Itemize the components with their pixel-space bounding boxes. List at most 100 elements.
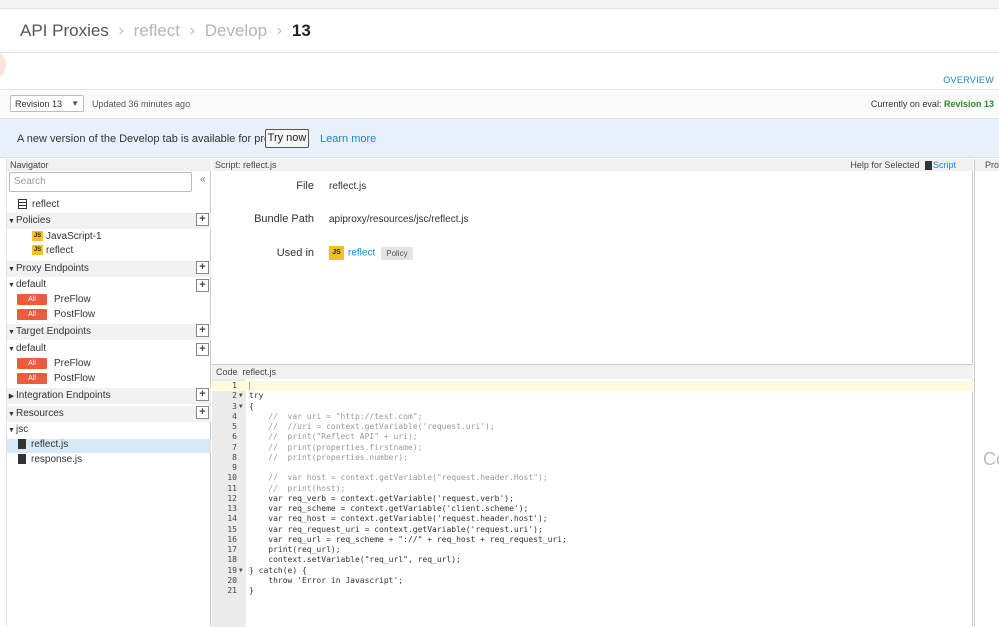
code-line[interactable]: 11 // print(host); bbox=[212, 484, 973, 494]
code-line[interactable]: 3 ▼ { bbox=[212, 402, 973, 412]
policies-label: Policies bbox=[16, 215, 51, 226]
add-integration-endpoint-button[interactable]: + bbox=[196, 388, 209, 401]
policy-label: JavaScript-1 bbox=[46, 231, 102, 242]
code-line[interactable]: 20 throw 'Error in Javascript'; bbox=[212, 576, 973, 586]
code-text: } bbox=[249, 586, 254, 595]
line-number: 3 bbox=[232, 401, 237, 411]
add-target-endpoint-button[interactable]: + bbox=[196, 324, 209, 337]
code-line[interactable]: 2 ▼ try bbox=[212, 391, 973, 401]
nav-folder-jsc[interactable]: ▼jsc bbox=[7, 424, 211, 438]
code-text: var req_host = context.getVariable('requ… bbox=[249, 514, 548, 524]
nav-flow-postflow[interactable]: All PostFlow bbox=[7, 309, 211, 323]
fold-arrow-icon[interactable]: ▼ bbox=[239, 391, 243, 401]
code-line[interactable]: 12 var req_verb = context.getVariable('r… bbox=[212, 494, 973, 504]
add-proxy-endpoint-button[interactable]: + bbox=[196, 261, 209, 274]
nav-policy-item[interactable]: JS reflect bbox=[7, 245, 211, 259]
add-flow-button[interactable]: + bbox=[196, 279, 209, 292]
triangle-right-icon: ▶ bbox=[8, 393, 15, 400]
nav-file-item[interactable]: response.js bbox=[7, 454, 211, 468]
nav-section-proxy-endpoints[interactable]: ▼Proxy Endpoints + bbox=[7, 261, 211, 277]
overview-link[interactable]: OVERVIEW bbox=[943, 75, 994, 85]
file-label: File bbox=[296, 180, 314, 192]
top-strip bbox=[0, 0, 999, 9]
line-number: 14 bbox=[227, 514, 237, 524]
breadcrumb-develop[interactable]: Develop bbox=[205, 21, 267, 41]
code-line[interactable]: 18 context.setVariable("req_url", req_ur… bbox=[212, 555, 973, 565]
code-header: Code reflect.js bbox=[212, 365, 973, 379]
used-in-label: Used in bbox=[276, 247, 314, 259]
code-line[interactable]: 9 bbox=[212, 463, 973, 473]
postflow-label: PostFlow bbox=[54, 309, 96, 321]
code-line[interactable]: 21} bbox=[212, 586, 973, 596]
nav-flow-preflow[interactable]: All PreFlow bbox=[7, 294, 211, 308]
code-line[interactable]: 14 var req_host = context.getVariable('r… bbox=[212, 514, 973, 524]
code-line[interactable]: 17 print(req_url); bbox=[212, 545, 973, 555]
breadcrumb-proxy[interactable]: reflect bbox=[134, 21, 180, 41]
collapse-icon[interactable]: « bbox=[200, 174, 206, 185]
nav-flow-postflow[interactable]: All PostFlow bbox=[7, 373, 211, 387]
line-number: 21 bbox=[227, 586, 237, 595]
code-line[interactable]: 7 // print(properties.firstname); bbox=[212, 443, 973, 453]
script-properties-panel: Script: reflect.js Help for Selected Scr… bbox=[212, 159, 973, 363]
caret-down-icon: ▼ bbox=[71, 99, 79, 108]
code-line[interactable]: 5 // //uri = context.getVariable('reques… bbox=[212, 422, 973, 432]
code-text: print(req_url); bbox=[249, 545, 341, 554]
nav-section-target-endpoints[interactable]: ▼Target Endpoints + bbox=[7, 324, 211, 340]
breadcrumb-api-proxies[interactable]: API Proxies bbox=[20, 21, 109, 41]
code-text: var req_verb = context.getVariable('requ… bbox=[249, 493, 514, 503]
code-line[interactable]: 19 ▼} catch(e) { bbox=[212, 566, 973, 576]
chevron-right-icon: › bbox=[276, 20, 283, 41]
help-label: Help for Selected bbox=[850, 160, 920, 170]
code-line[interactable]: 13 var req_scheme = context.getVariable(… bbox=[212, 504, 973, 514]
js-icon: JS bbox=[32, 245, 43, 256]
nav-proxy-default[interactable]: ▼default + bbox=[7, 279, 211, 293]
used-in-policy-link[interactable]: reflect bbox=[348, 248, 375, 259]
revision-select[interactable]: Revision 13 ▼ bbox=[10, 95, 84, 112]
all-badge: All bbox=[17, 358, 47, 369]
nav-section-integration-endpoints[interactable]: ▶ Integration Endpoints + bbox=[7, 388, 211, 404]
jsc-label: jsc bbox=[16, 424, 29, 435]
nav-section-resources[interactable]: ▼Resources + bbox=[7, 406, 211, 422]
nav-file-item[interactable]: reflect.js bbox=[7, 439, 211, 453]
nav-policy-item[interactable]: JS JavaScript-1 bbox=[7, 231, 211, 245]
fold-arrow-icon[interactable]: ▼ bbox=[239, 402, 243, 412]
add-policy-button[interactable]: + bbox=[196, 213, 209, 226]
line-number: 13 bbox=[227, 504, 237, 513]
nav-section-policies[interactable]: ▼Policies + bbox=[7, 213, 211, 229]
line-number: 11 bbox=[227, 483, 237, 493]
code-line[interactable]: 8 // print(properties.number); bbox=[212, 453, 973, 463]
code-text: { bbox=[249, 401, 254, 411]
nav-proxy-label: reflect bbox=[32, 199, 60, 210]
navigator-search-input[interactable]: Search bbox=[9, 172, 192, 192]
code-line[interactable]: 4 // var uri = "http://test.com"; bbox=[212, 412, 973, 422]
nav-flow-preflow[interactable]: All PreFlow bbox=[7, 358, 211, 372]
preview-message: A new version of the Develop tab is avai… bbox=[17, 133, 293, 145]
triangle-down-icon: ▼ bbox=[8, 282, 15, 289]
integration-label: Integration Endpoints bbox=[16, 390, 111, 401]
triangle-down-icon: ▼ bbox=[8, 266, 15, 273]
all-badge: All bbox=[17, 294, 47, 305]
code-line[interactable]: 16 var req_url = req_scheme + "://" + re… bbox=[212, 535, 973, 545]
code-line[interactable]: 15 var req_request_uri = context.getVari… bbox=[212, 525, 973, 535]
code-editor-panel: Code reflect.js 1 2 ▼ try 3 ▼{4 // var uri = … bbox=[212, 364, 973, 627]
code-line[interactable]: 6 // print("Reflect API" + uri); bbox=[212, 432, 973, 442]
code-editor[interactable]: 1 2 ▼ try 3 ▼{4 // var uri = "http://test.com… bbox=[212, 381, 973, 596]
fold-arrow-icon[interactable]: ▼ bbox=[239, 566, 243, 576]
nav-target-default[interactable]: ▼default + bbox=[7, 343, 211, 357]
add-resource-button[interactable]: + bbox=[196, 406, 209, 419]
all-badge: All bbox=[17, 373, 47, 384]
target-endpoints-label: Target Endpoints bbox=[16, 326, 92, 337]
code-text: // print(properties.firstname); bbox=[249, 442, 423, 452]
help-script-link[interactable]: Script bbox=[933, 160, 956, 170]
code-line[interactable]: 10 // var host = context.getVariable("re… bbox=[212, 473, 973, 483]
try-now-button[interactable]: Try now bbox=[265, 129, 309, 148]
learn-more-link[interactable]: Learn more bbox=[320, 133, 376, 145]
line-number: 10 bbox=[227, 473, 237, 483]
right-panel-text: Co bbox=[983, 449, 999, 469]
code-line[interactable]: 1 bbox=[212, 381, 973, 392]
nav-proxy-item[interactable]: reflect bbox=[7, 199, 211, 213]
file-icon bbox=[18, 454, 26, 465]
used-in-value: JS reflect Policy bbox=[329, 246, 413, 260]
code-file-label: reflect.js bbox=[242, 367, 277, 377]
add-flow-button[interactable]: + bbox=[196, 343, 209, 356]
